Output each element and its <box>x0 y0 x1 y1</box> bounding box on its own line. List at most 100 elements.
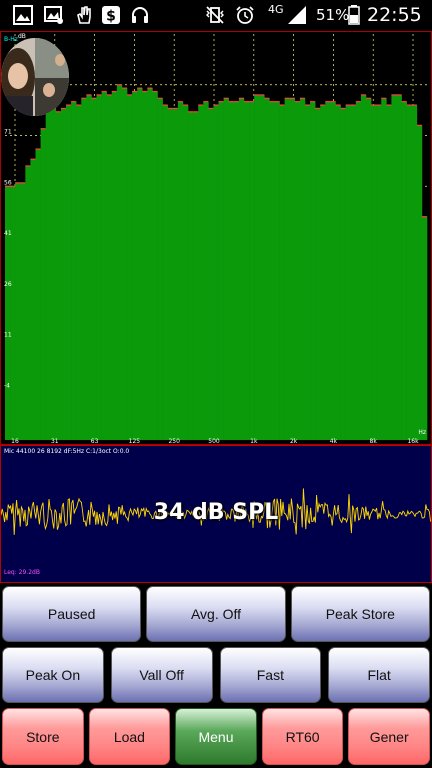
network-type: 4G <box>268 3 284 16</box>
spectrum-bar <box>376 105 382 441</box>
spectrum-bar <box>325 101 331 441</box>
y-tick-label: 41 <box>4 230 12 237</box>
spectrum-bar <box>157 98 163 441</box>
image-message-icon <box>44 6 63 24</box>
spectrum-bar <box>355 101 362 441</box>
spectrum-bar <box>30 159 36 440</box>
spectrum-bar <box>182 105 189 441</box>
spectrum-bar <box>371 105 377 441</box>
rt60-button[interactable]: RT60 <box>261 708 344 765</box>
spectrum-bar <box>5 186 11 440</box>
spectrum-bar <box>401 101 407 441</box>
spectrum-bar <box>132 91 138 440</box>
spectrum-bar <box>147 88 153 440</box>
menu-button[interactable]: Menu <box>175 708 257 765</box>
signal-icon <box>288 6 306 24</box>
x-tick-label: 63 <box>91 438 99 444</box>
spectrum-bar <box>106 94 113 441</box>
spectrum-bar <box>142 91 148 440</box>
spectrum-bar <box>406 105 413 441</box>
gener-label: Gener <box>369 728 409 745</box>
spectrum-bar <box>198 105 204 441</box>
store-label: Store <box>26 728 60 745</box>
headphones-icon <box>132 7 148 23</box>
peak-store-button[interactable]: Peak Store <box>290 586 430 642</box>
vall-off-label: Vall Off <box>139 667 184 683</box>
x-tick-label: 2k <box>290 438 298 444</box>
spectrum-bar <box>203 101 209 441</box>
spectrum-bar <box>66 105 72 441</box>
x-tick-label: 250 <box>168 438 180 444</box>
peak-on-button[interactable]: Peak On <box>2 647 104 703</box>
x-tick-label: 1k <box>250 438 258 444</box>
peak-store-label: Peak Store <box>325 606 395 622</box>
spectrum-bar <box>416 125 423 440</box>
spectrum-bar <box>35 149 41 440</box>
spectrum-bar <box>304 105 311 441</box>
paused-button[interactable]: Paused <box>2 586 142 642</box>
spectrum-bar <box>233 101 240 441</box>
spectrum-bar <box>81 98 87 441</box>
x-tick-label: 16 <box>11 438 19 444</box>
flat-label: Flat <box>367 667 391 683</box>
spectrum-bar <box>259 94 265 441</box>
peak-on-label: Peak On <box>25 667 81 683</box>
spectrum-bar <box>208 108 214 440</box>
spectrum-bar <box>20 182 26 440</box>
spectrum-bar <box>340 108 346 440</box>
paused-label: Paused <box>47 606 96 622</box>
spectrum-bar <box>381 98 387 441</box>
leq-readout: Leq: 29.2dB <box>4 569 40 576</box>
spectrum-bar <box>254 94 260 441</box>
avatar-photo <box>1 38 69 116</box>
avatar[interactable] <box>1 38 69 116</box>
flat-button[interactable]: Flat <box>328 647 430 703</box>
avg-off-label: Avg. Off <box>190 606 242 622</box>
dollar-app-icon: $ <box>102 6 120 25</box>
y-tick-label: 56 <box>4 179 12 186</box>
spectrum-bar <box>299 98 306 441</box>
spectrum-bar <box>91 98 97 441</box>
x-tick-label: 16k <box>407 438 419 444</box>
spectrum-bar <box>294 101 301 441</box>
x-tick-label: 4k <box>330 438 338 444</box>
spectrum-bar <box>213 105 219 441</box>
spectrum-bar <box>330 101 336 441</box>
fast-label: Fast <box>256 667 284 683</box>
spectrum-bar <box>243 101 250 441</box>
fast-button[interactable]: Fast <box>219 647 322 703</box>
spectrum-bar <box>25 165 31 440</box>
spectrum-bar <box>279 105 285 441</box>
gener-button[interactable]: Gener <box>348 708 430 765</box>
spectrum-bar <box>121 88 128 440</box>
spectrum-bar <box>177 101 184 441</box>
spectrum-bar <box>137 88 143 440</box>
avg-off-button[interactable]: Avg. Off <box>146 586 286 642</box>
spectrum-bar <box>223 98 230 441</box>
vall-off-button[interactable]: Vall Off <box>110 647 213 703</box>
store-button[interactable]: Store <box>2 708 84 765</box>
rt60-label: RT60 <box>285 728 320 745</box>
x-tick-label: 125 <box>129 438 141 444</box>
spectrum-bar <box>350 105 357 441</box>
spectrum-bar <box>76 105 82 441</box>
spectrum-bar <box>386 105 392 441</box>
spectrum-bar <box>15 182 21 440</box>
load-button[interactable]: Load <box>88 708 171 765</box>
spectrum-bar <box>391 94 397 441</box>
status-bar: $ 4G 51% 22:55 <box>0 0 432 30</box>
spectrum-bar <box>218 101 224 441</box>
spectrum-bar <box>167 108 174 440</box>
spectrum-bar <box>162 105 168 441</box>
spectrum-bar <box>269 101 275 441</box>
spectrum-bar <box>264 98 270 441</box>
spectrum-bar <box>60 108 67 440</box>
image-icon <box>13 5 33 25</box>
spectrum-bar <box>345 105 352 441</box>
spectrum-bar <box>315 108 321 440</box>
spectrum-bar <box>284 98 291 441</box>
spectrum-bar <box>116 84 123 440</box>
spectrum-bar <box>71 101 77 441</box>
spectrum-bar <box>249 101 255 441</box>
spectrum-bar <box>360 94 367 441</box>
